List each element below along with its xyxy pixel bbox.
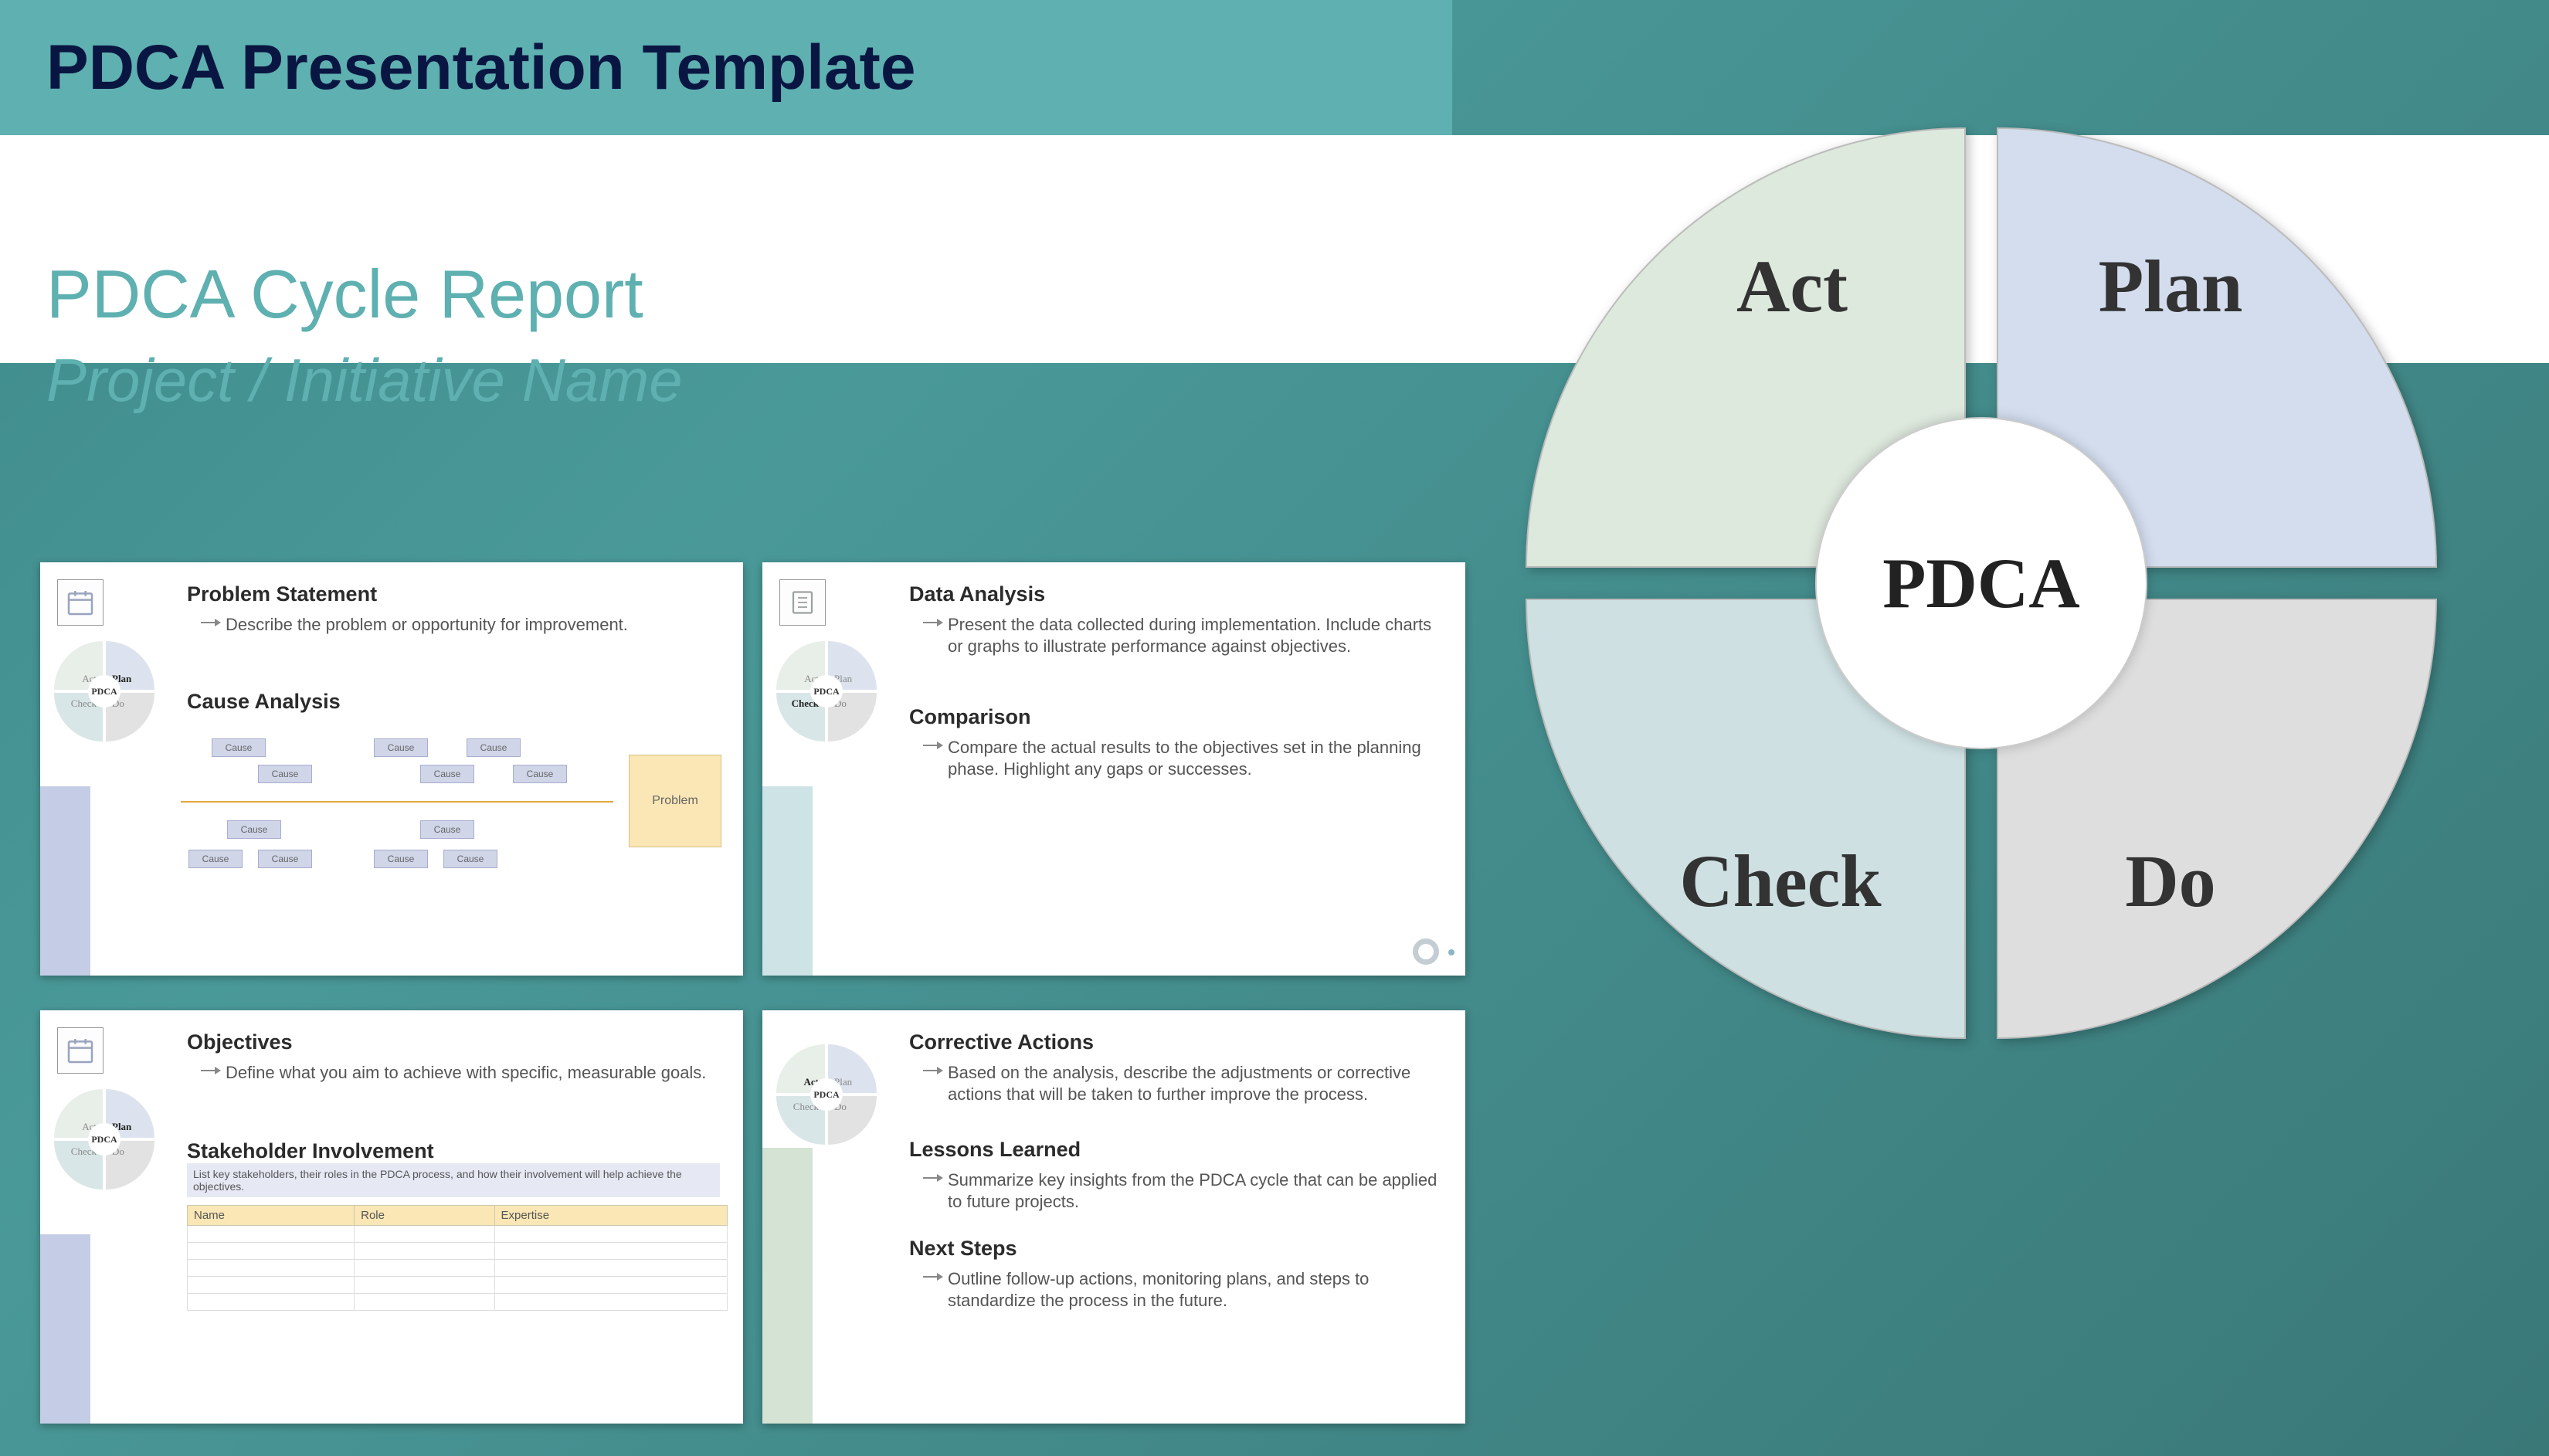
section-title: Lessons Learned bbox=[909, 1138, 1442, 1162]
section-bullet: Present the data collected during implem… bbox=[948, 614, 1442, 657]
mini-pdca-wheel: Act Plan Check Do PDCA bbox=[54, 1089, 154, 1190]
thumb-content: Problem Statement Describe the problem o… bbox=[187, 576, 720, 878]
section-title: Data Analysis bbox=[909, 582, 1442, 606]
stakeholder-table: Name Role Expertise bbox=[187, 1205, 728, 1311]
section-bullet: Based on the analysis, describe the adju… bbox=[948, 1062, 1442, 1105]
header-band: PDCA Presentation Template bbox=[0, 0, 1452, 135]
section-title: Corrective Actions bbox=[909, 1030, 1442, 1054]
thumb-left-col: Act Plan Check Do PDCA bbox=[40, 562, 170, 976]
section-bullet: Summarize key insights from the PDCA cyc… bbox=[948, 1169, 1442, 1213]
fishbone-cause: Cause bbox=[258, 850, 312, 868]
fishbone-cause: Cause bbox=[420, 765, 474, 783]
mini-pdca-wheel: Act Plan Check Do PDCA bbox=[54, 641, 154, 742]
fishbone-cause: Cause bbox=[188, 850, 243, 868]
thumbnail-grid: Act Plan Check Do PDCA Problem Statement… bbox=[40, 562, 1492, 1424]
left-color-block bbox=[40, 1234, 90, 1424]
table-row bbox=[188, 1294, 728, 1311]
section-title: Objectives bbox=[187, 1030, 720, 1054]
section-title: Problem Statement bbox=[187, 582, 720, 606]
sub-band: PDCA Cycle Report Project / Initiative N… bbox=[0, 232, 1452, 545]
section-bullet: Describe the problem or opportunity for … bbox=[226, 614, 720, 636]
fishbone-cause: Cause bbox=[420, 820, 474, 839]
thumb-left-col: Act Plan Check Do PDCA bbox=[762, 562, 892, 976]
mini-pdca-wheel: Act Plan Check Do PDCA bbox=[776, 641, 877, 742]
col-name: Name bbox=[188, 1206, 355, 1226]
mini-center: PDCA bbox=[88, 1123, 120, 1156]
col-expertise: Expertise bbox=[494, 1206, 727, 1226]
table-row bbox=[188, 1243, 728, 1260]
fishbone-cause: Cause bbox=[258, 765, 312, 783]
left-color-block bbox=[762, 1148, 813, 1424]
thumb-objectives: Act Plan Check Do PDCA Objectives Define… bbox=[40, 1010, 743, 1424]
list-icon bbox=[779, 579, 826, 626]
thumb-content: Data Analysis Present the data collected… bbox=[909, 576, 1442, 781]
calendar-icon bbox=[57, 579, 104, 626]
fishbone-cause: Cause bbox=[212, 738, 266, 757]
subtitle-1: PDCA Cycle Report bbox=[46, 255, 1452, 334]
left-color-block bbox=[762, 786, 813, 976]
thumb-left-col: Act Plan Check Do PDCA bbox=[762, 1010, 892, 1424]
fishbone-cause: Cause bbox=[443, 850, 497, 868]
mini-pdca-wheel: Act Plan Check Do PDCA bbox=[776, 1044, 877, 1145]
fishbone-problem: Problem bbox=[629, 755, 721, 847]
table-row bbox=[188, 1277, 728, 1294]
fishbone-cause: Cause bbox=[374, 738, 428, 757]
section-bullet: Define what you aim to achieve with spec… bbox=[226, 1062, 720, 1084]
mini-center: PDCA bbox=[810, 1078, 843, 1111]
section-bullet: Compare the actual results to the object… bbox=[948, 737, 1442, 780]
section-title: Cause Analysis bbox=[187, 690, 720, 714]
fishbone-cause: Cause bbox=[467, 738, 521, 757]
calendar-icon bbox=[57, 1027, 104, 1074]
section-bullet: Outline follow-up actions, monitoring pl… bbox=[948, 1268, 1442, 1312]
table-row bbox=[188, 1260, 728, 1277]
fishbone-cause: Cause bbox=[227, 820, 281, 839]
mini-center: PDCA bbox=[88, 675, 120, 708]
fishbone-diagram: Problem Cause Cause Cause Cause Cause Ca… bbox=[181, 728, 721, 878]
thumb-left-col: Act Plan Check Do PDCA bbox=[40, 1010, 170, 1424]
pdca-wheel: Act Plan Check Do PDCA bbox=[1526, 127, 2437, 1039]
thumb-content: Corrective Actions Based on the analysis… bbox=[909, 1024, 1442, 1312]
col-role: Role bbox=[355, 1206, 494, 1226]
table-caption: List key stakeholders, their roles in th… bbox=[187, 1163, 720, 1197]
subtitle-2: Project / Initiative Name bbox=[46, 345, 1452, 416]
thumb-problem-statement: Act Plan Check Do PDCA Problem Statement… bbox=[40, 562, 743, 976]
mini-center: PDCA bbox=[810, 675, 843, 708]
fishbone-cause: Cause bbox=[513, 765, 567, 783]
left-color-block bbox=[40, 786, 90, 976]
fishbone-cause: Cause bbox=[374, 850, 428, 868]
thumb-corrective-actions: Act Plan Check Do PDCA Corrective Action… bbox=[762, 1010, 1465, 1424]
decoration-dot-icon bbox=[1448, 949, 1454, 955]
section-title: Stakeholder Involvement bbox=[187, 1139, 720, 1163]
thumb-data-analysis: Act Plan Check Do PDCA Data Analysis Pre… bbox=[762, 562, 1465, 976]
section-title: Comparison bbox=[909, 705, 1442, 729]
decoration-circle-icon bbox=[1413, 938, 1439, 965]
section-title: Next Steps bbox=[909, 1237, 1442, 1261]
wheel-center: PDCA bbox=[1815, 417, 2147, 749]
thumb-content: Objectives Define what you aim to achiev… bbox=[187, 1024, 720, 1311]
table-row bbox=[188, 1226, 728, 1243]
page-title: PDCA Presentation Template bbox=[46, 32, 915, 104]
